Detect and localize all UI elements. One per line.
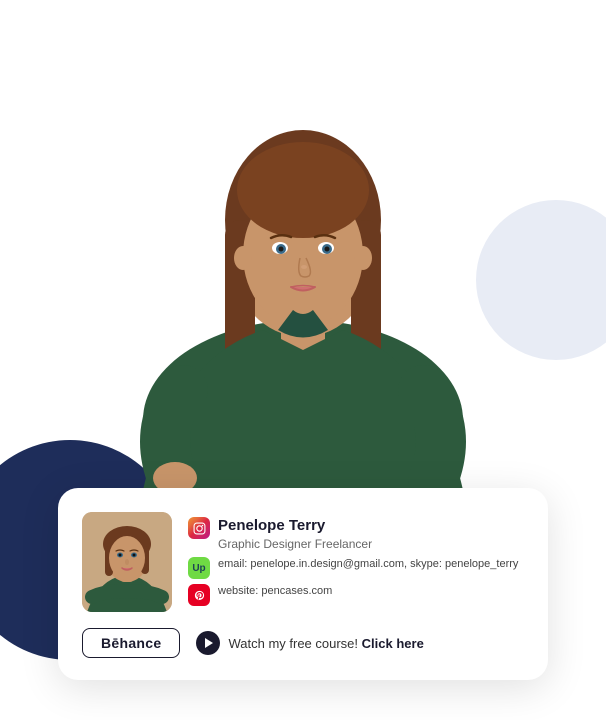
upwork-icon[interactable]: Up [188, 557, 210, 579]
person-illustration [93, 0, 513, 490]
card-bottom-section: Bēhance Watch my free course! Click here [82, 628, 520, 658]
course-text: Watch my free course! Click here [228, 636, 423, 651]
person-name: Penelope Terry Graphic Designer Freelanc… [218, 516, 372, 552]
email-row: Up email: penelope.in.design@gmail.com, … [188, 556, 520, 579]
behance-button[interactable]: Bēhance [82, 628, 180, 658]
avatar-illustration [82, 512, 172, 612]
course-row: Watch my free course! Click here [196, 631, 423, 655]
play-icon[interactable] [196, 631, 220, 655]
profile-card: Penelope Terry Graphic Designer Freelanc… [58, 488, 548, 680]
click-here-link[interactable]: Click here [362, 636, 424, 651]
instagram-icon[interactable] [188, 517, 210, 539]
card-avatar [82, 512, 172, 612]
play-triangle [205, 638, 213, 648]
name-row: Penelope Terry Graphic Designer Freelanc… [188, 516, 520, 552]
card-top-section: Penelope Terry Graphic Designer Freelanc… [82, 512, 520, 612]
card-info-section: Penelope Terry Graphic Designer Freelanc… [188, 512, 520, 610]
website-row: website: pencases.com [188, 583, 520, 606]
behance-label: Bēhance [101, 635, 161, 651]
person-photo-area [53, 0, 553, 490]
pinterest-icon[interactable] [188, 584, 210, 606]
